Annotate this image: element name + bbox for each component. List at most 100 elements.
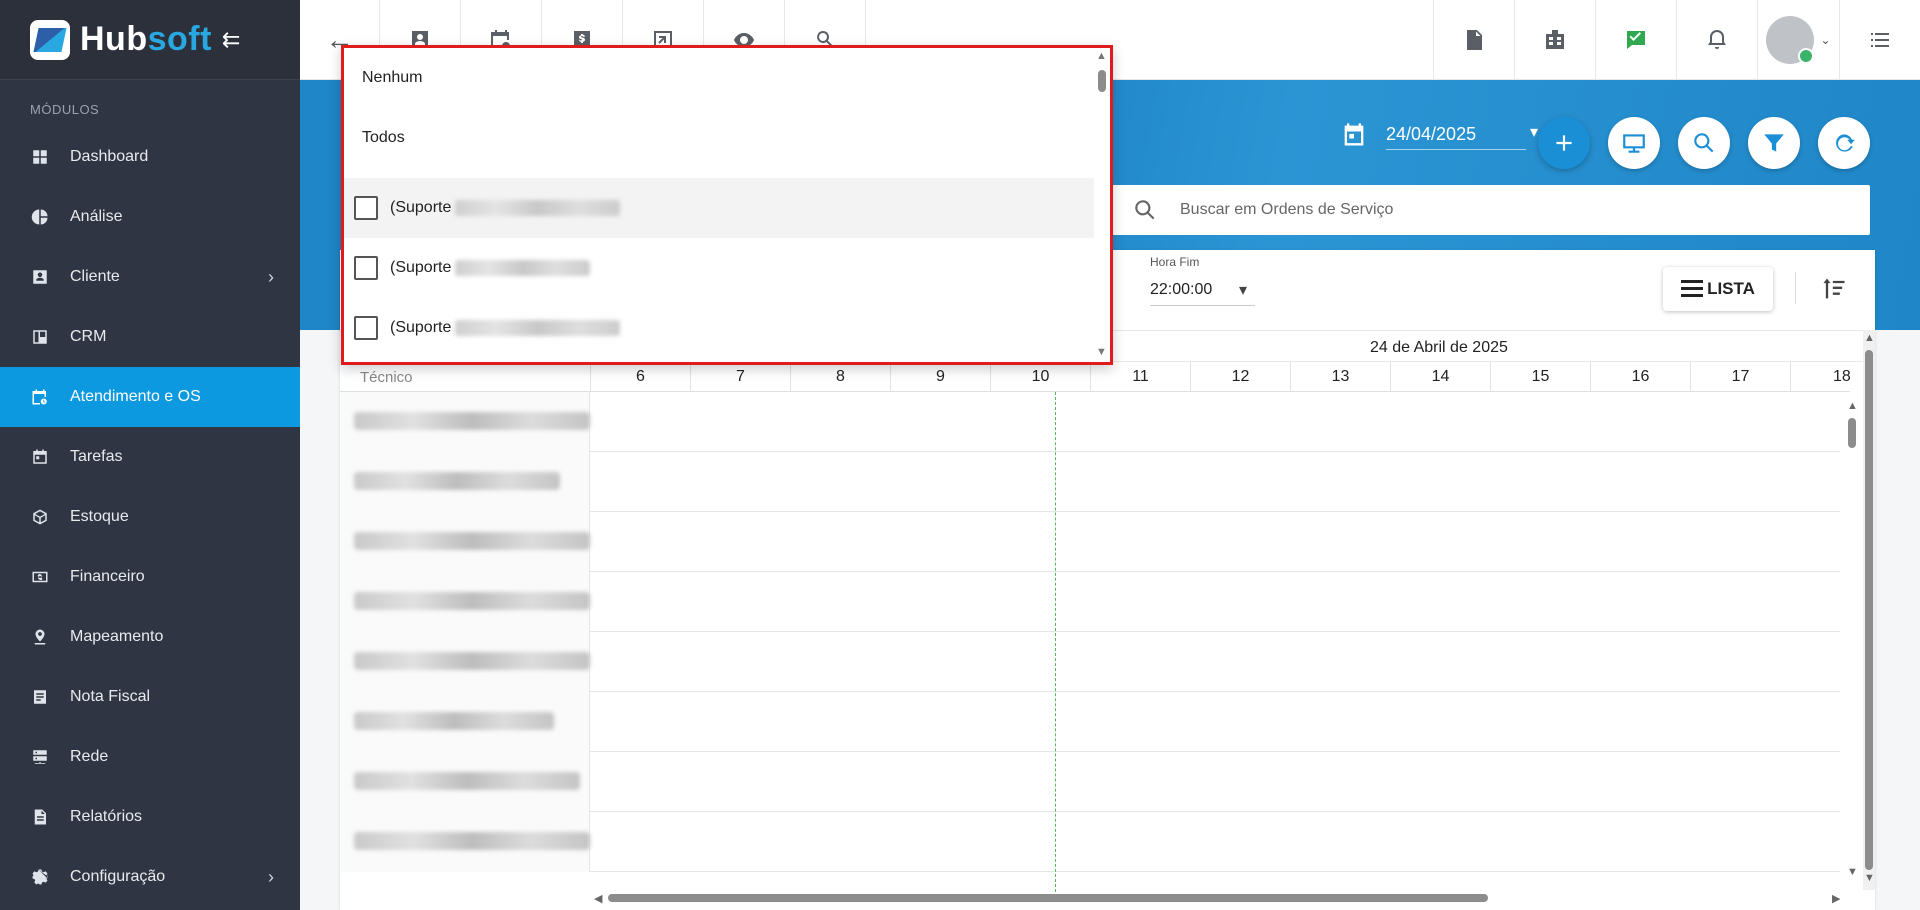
- sidebar-item-relatorios[interactable]: Relatórios: [0, 787, 300, 847]
- scroll-thumb[interactable]: [1865, 350, 1873, 870]
- table-row[interactable]: [340, 452, 1840, 512]
- sidebar-item-financeiro[interactable]: Financeiro: [0, 547, 300, 607]
- refresh-button[interactable]: [1818, 117, 1870, 169]
- list-menu-icon[interactable]: [1839, 0, 1920, 80]
- scroll-thumb[interactable]: [1098, 70, 1106, 92]
- sidebar-item-tarefas[interactable]: Tarefas: [0, 427, 300, 487]
- schedule-date-title: 24 de Abril de 2025: [1370, 339, 1508, 356]
- scroll-left-arrow[interactable]: ◀: [594, 892, 602, 905]
- hour-cell: 14: [1390, 362, 1490, 392]
- option-nenhum[interactable]: Nenhum: [344, 48, 1096, 108]
- vertical-scrollbar[interactable]: ▲ ▼: [1863, 330, 1875, 890]
- schedule-grid: [340, 392, 1840, 882]
- option-item[interactable]: (Suporte: [344, 238, 1096, 298]
- checkbox[interactable]: [354, 196, 378, 220]
- sidebar-item-rede[interactable]: Rede: [0, 727, 300, 787]
- scroll-down-arrow[interactable]: ▼: [1096, 346, 1107, 358]
- hour-cell: 11: [1090, 362, 1190, 392]
- search-button[interactable]: [1678, 117, 1730, 169]
- collapse-sidebar-icon[interactable]: ⇇: [222, 27, 240, 53]
- scroll-down-arrow[interactable]: ▼: [1864, 872, 1875, 884]
- sidebar-item-nota-fiscal[interactable]: Nota Fiscal: [0, 667, 300, 727]
- hora-fim-select[interactable]: 22:00:00: [1150, 277, 1255, 306]
- filter-icon: [1764, 134, 1784, 152]
- scroll-up-arrow[interactable]: ▲: [1864, 332, 1875, 344]
- sidebar-item-crm[interactable]: CRM: [0, 307, 300, 367]
- option-item[interactable]: (Suporte: [344, 298, 1096, 358]
- table-row[interactable]: [340, 572, 1840, 632]
- date-field[interactable]: 24/04/2025: [1386, 120, 1538, 150]
- hour-cell: 17: [1690, 362, 1790, 392]
- sidebar-item-dashboard[interactable]: Dashboard: [0, 127, 300, 187]
- option-item[interactable]: (Suporte: [344, 178, 1096, 238]
- sidebar-item-analise[interactable]: Análise: [0, 187, 300, 247]
- scroll-down-arrow[interactable]: ▼: [1847, 866, 1858, 878]
- hour-cell: 15: [1490, 362, 1590, 392]
- option-todos[interactable]: Todos: [344, 108, 1096, 168]
- hour-cell: 18: [1790, 362, 1851, 392]
- topbar-right: ⌄: [1433, 0, 1920, 80]
- server-icon: [30, 747, 50, 767]
- calendar-icon: [1344, 123, 1364, 146]
- tecnico-cell: [340, 632, 590, 692]
- sort-icon: [1823, 278, 1845, 299]
- table-row[interactable]: [340, 752, 1840, 812]
- sidebar-item-label: Nota Fiscal: [70, 688, 151, 705]
- table-row[interactable]: [340, 692, 1840, 752]
- sidebar-item-label: Cliente: [70, 268, 120, 285]
- sidebar-item-configuracao[interactable]: Configuração ›: [0, 847, 300, 907]
- bell-icon[interactable]: [1676, 0, 1757, 80]
- pie-chart-icon: [30, 207, 50, 227]
- chevron-down-icon: ⌄: [1820, 33, 1831, 47]
- filter-button[interactable]: [1748, 117, 1800, 169]
- redacted-text: [354, 832, 590, 850]
- tecnico-cell: [340, 452, 590, 512]
- sidebar-item-estoque[interactable]: Estoque: [0, 487, 300, 547]
- table-row[interactable]: [340, 632, 1840, 692]
- sidebar-item-cliente[interactable]: Cliente ›: [0, 247, 300, 307]
- horizontal-scrollbar[interactable]: ◀ ▶: [590, 890, 1850, 906]
- search-icon: [1694, 133, 1714, 153]
- grid-vertical-scrollbar[interactable]: ▲ ▼: [1847, 400, 1858, 880]
- dropdown-scrollbar[interactable]: ▲ ▼: [1094, 48, 1110, 362]
- contact-card-icon: [30, 267, 50, 287]
- brand-name: Hubsoft: [80, 20, 212, 58]
- checkbox[interactable]: [354, 256, 378, 280]
- pdf-icon[interactable]: [1433, 0, 1514, 80]
- lista-button[interactable]: LISTA: [1663, 267, 1773, 311]
- search-icon: [1135, 200, 1155, 220]
- date-picker[interactable]: 24/04/2025: [1340, 120, 1538, 150]
- building-icon[interactable]: [1514, 0, 1595, 80]
- tasks-calendar-icon: [30, 447, 50, 467]
- table-row[interactable]: [340, 392, 1840, 452]
- sidebar-item-label: Mapeamento: [70, 628, 164, 645]
- scroll-thumb[interactable]: [1848, 418, 1856, 448]
- search-orders-input[interactable]: [1180, 201, 1830, 219]
- add-button[interactable]: [1538, 117, 1590, 169]
- sidebar-item-label: Financeiro: [70, 568, 145, 585]
- tecnico-column-label: Técnico: [360, 369, 413, 386]
- option-label: Nenhum: [362, 69, 423, 86]
- dashboard-icon: [30, 147, 50, 167]
- sidebar-item-label: Estoque: [70, 508, 129, 525]
- sidebar-item-atendimento-os[interactable]: Atendimento e OS: [0, 367, 300, 427]
- hubsoft-logo[interactable]: [30, 19, 70, 60]
- tecnico-cell: [340, 812, 590, 872]
- scroll-thumb[interactable]: [608, 894, 1488, 902]
- chat-check-icon[interactable]: [1595, 0, 1676, 80]
- refresh-icon: [1836, 134, 1855, 152]
- table-row[interactable]: [340, 512, 1840, 572]
- scroll-up-arrow[interactable]: ▲: [1096, 50, 1107, 62]
- avatar: [1766, 16, 1815, 64]
- redacted-text: [354, 472, 560, 490]
- sort-button[interactable]: [1820, 275, 1850, 305]
- checkbox[interactable]: [354, 316, 378, 340]
- scroll-up-arrow[interactable]: ▲: [1847, 400, 1858, 412]
- redacted-text: [455, 260, 591, 276]
- scroll-right-arrow[interactable]: ▶: [1832, 892, 1840, 905]
- sidebar-item-mapeamento[interactable]: Mapeamento: [0, 607, 300, 667]
- monitor-button[interactable]: [1608, 117, 1660, 169]
- user-avatar-menu[interactable]: ⌄: [1757, 0, 1839, 80]
- table-row[interactable]: [340, 812, 1840, 872]
- tecnico-cell: [340, 392, 590, 452]
